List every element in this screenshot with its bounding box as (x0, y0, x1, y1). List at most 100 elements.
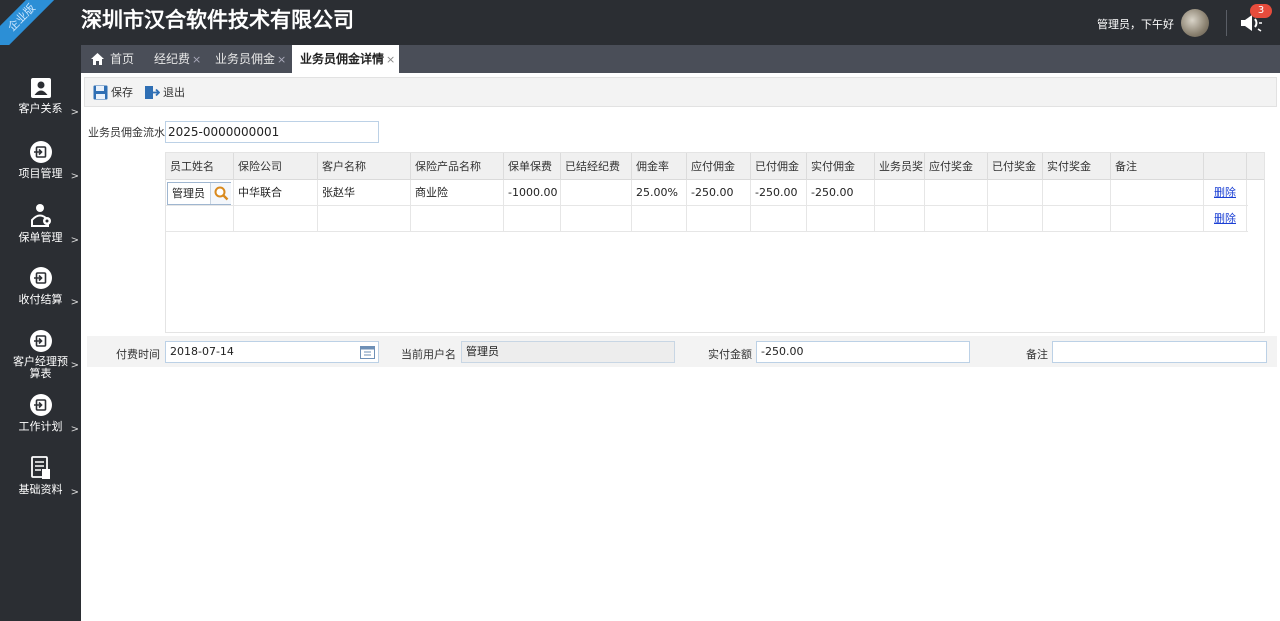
column-header[interactable]: 备注 (1111, 153, 1204, 180)
save-button-label: 保存 (111, 86, 133, 99)
remark-cell[interactable] (1111, 206, 1204, 232)
chevron-right-icon: > (70, 171, 79, 182)
insurer-cell[interactable]: 中华联合 (234, 180, 318, 206)
table-row: 管理员 中华联合 张赵华 商业险 -1000.00 25.00% -250.00… (166, 180, 1248, 206)
header-divider (1226, 10, 1227, 36)
column-header[interactable]: 实付佣金 (807, 153, 875, 180)
column-header[interactable]: 保险公司 (234, 153, 318, 180)
user-gear-icon (30, 204, 51, 227)
tab-label: 首页 (110, 52, 135, 66)
employee-cell[interactable] (166, 206, 234, 232)
pay-time-value: 2018-07-14 (170, 345, 234, 358)
chevron-right-icon: > (70, 360, 79, 371)
payable-commission-cell[interactable]: -250.00 (687, 180, 751, 206)
employee-cell: 管理员 (166, 180, 234, 206)
chevron-right-icon: > (70, 297, 79, 308)
tab-brokerage-fee[interactable]: 经纪费 × (154, 45, 201, 73)
actual-commission-cell[interactable] (807, 206, 875, 232)
actual-amount-label: 实付金额 (708, 348, 752, 361)
actual-bonus-cell[interactable] (1043, 206, 1111, 232)
remark-input[interactable] (1052, 341, 1267, 363)
rate-cell[interactable]: 25.00% (632, 180, 687, 206)
sidebar-item-basic-data[interactable]: 基础资料 > (0, 456, 81, 498)
payable-bonus-cell[interactable] (925, 206, 988, 232)
actual-commission-cell[interactable]: -250.00 (807, 180, 875, 206)
premium-cell[interactable]: -1000.00 (504, 180, 561, 206)
close-icon[interactable]: × (386, 53, 395, 66)
paid-bonus-cell[interactable] (988, 180, 1043, 206)
actual-amount-input[interactable]: -250.00 (756, 341, 970, 363)
column-header[interactable]: 保险产品名称 (411, 153, 504, 180)
customer-cell[interactable]: 张赵华 (318, 180, 411, 206)
avatar[interactable] (1181, 9, 1209, 37)
main-content: 保存 退出 业务员佣金流水: 员工姓名 保险公司 客户名称 保险产品名称 保单保… (81, 73, 1280, 621)
close-icon[interactable]: × (277, 53, 286, 66)
column-header[interactable]: 员工姓名 (166, 153, 234, 180)
document-list-icon (30, 456, 50, 479)
sidebar-item-policy-management[interactable]: 保单管理 > (0, 202, 81, 246)
column-header[interactable]: 已付奖金 (988, 153, 1043, 180)
tab-home[interactable]: 首页 (90, 45, 134, 73)
close-icon[interactable]: × (192, 53, 201, 66)
action-cell: 删除 (1204, 206, 1247, 232)
column-header[interactable]: 已结经纪费 (561, 153, 632, 180)
serial-number-input[interactable] (165, 121, 379, 143)
column-header-action (1204, 153, 1247, 180)
payable-commission-cell[interactable] (687, 206, 751, 232)
login-icon (29, 267, 52, 289)
remark-cell[interactable] (1111, 180, 1204, 206)
rate-cell[interactable] (632, 206, 687, 232)
notification-badge[interactable]: 3 (1250, 4, 1272, 18)
paid-bonus-cell[interactable] (988, 206, 1043, 232)
column-header[interactable]: 实付奖金 (1043, 153, 1111, 180)
column-header[interactable]: 应付奖金 (925, 153, 988, 180)
column-header[interactable]: 客户名称 (318, 153, 411, 180)
column-header[interactable]: 佣金率 (632, 153, 687, 180)
tab-label: 业务员佣金 (215, 52, 276, 66)
serial-number-label: 业务员佣金流水: (88, 126, 169, 139)
sidebar-item-label: 收付结算 (18, 293, 63, 306)
table-row: 删除 (166, 206, 1248, 232)
paid-commission-cell[interactable] (751, 206, 807, 232)
column-header[interactable]: 保单保费 (504, 153, 561, 180)
floppy-disk-icon (93, 85, 108, 100)
current-user-field: 管理员 (461, 341, 675, 363)
bonus-cell[interactable] (875, 206, 925, 232)
sidebar-item-work-plan[interactable]: 工作计划 > (0, 393, 81, 435)
search-icon[interactable] (210, 183, 231, 204)
app-header: 企业版 深圳市汉合软件技术有限公司 管理员，下午好 3 (0, 0, 1280, 54)
calendar-icon[interactable] (360, 345, 375, 359)
bonus-cell[interactable] (875, 180, 925, 206)
product-cell[interactable] (411, 206, 504, 232)
product-cell[interactable]: 商业险 (411, 180, 504, 206)
premium-cell[interactable] (504, 206, 561, 232)
exit-button[interactable]: 退出 (144, 84, 185, 102)
sidebar-item-label: 工作计划 (18, 420, 63, 433)
delete-link[interactable]: 删除 (1214, 186, 1236, 199)
settled-fee-cell[interactable] (561, 180, 632, 206)
home-icon (90, 48, 105, 76)
insurer-cell[interactable] (234, 206, 318, 232)
action-cell: 删除 (1204, 180, 1247, 206)
sidebar-item-payment-settlement[interactable]: 收付结算 > (0, 266, 81, 308)
save-button[interactable]: 保存 (93, 84, 133, 102)
sidebar-item-label: 项目管理 (18, 167, 63, 180)
tab-salesman-commission[interactable]: 业务员佣金 × (215, 45, 286, 73)
column-header[interactable]: 应付佣金 (687, 153, 751, 180)
pay-time-input[interactable]: 2018-07-14 (165, 341, 379, 363)
column-header[interactable]: 业务员奖 (875, 153, 925, 180)
sidebar-item-project-management[interactable]: 项目管理 > (0, 140, 81, 182)
tab-salesman-commission-detail[interactable]: 业务员佣金详情 × (292, 45, 400, 73)
employee-input[interactable]: 管理员 (167, 182, 231, 205)
sidebar-item-customer-relations[interactable]: 客户关系 > (0, 77, 81, 118)
column-header[interactable]: 已付佣金 (751, 153, 807, 180)
delete-link[interactable]: 删除 (1214, 212, 1236, 225)
paid-commission-cell[interactable]: -250.00 (751, 180, 807, 206)
payable-bonus-cell[interactable] (925, 180, 988, 206)
sidebar-item-manager-budget[interactable]: 客户经理预算表 > (0, 329, 81, 380)
actual-bonus-cell[interactable] (1043, 180, 1111, 206)
customer-cell[interactable] (318, 206, 411, 232)
user-card-icon (30, 78, 51, 98)
settled-fee-cell[interactable] (561, 206, 632, 232)
tab-bar: 首页 经纪费 × 业务员佣金 × 业务员佣金详情 × (81, 45, 1280, 73)
